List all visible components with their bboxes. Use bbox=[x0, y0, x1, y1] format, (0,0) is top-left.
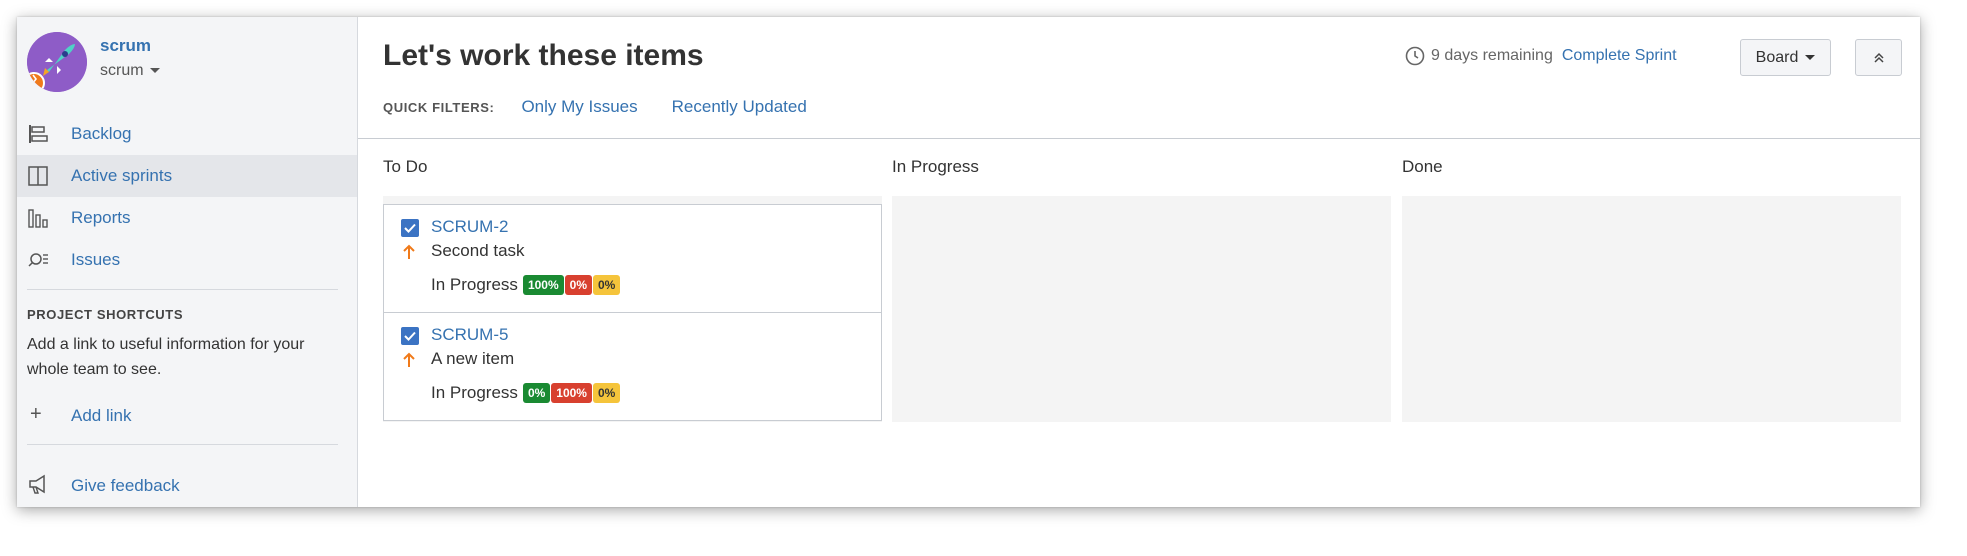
quick-filter-recently-updated[interactable]: Recently Updated bbox=[672, 97, 807, 117]
progress-badge-yellow: 0% bbox=[592, 383, 621, 403]
issue-summary: Second task bbox=[431, 241, 525, 260]
days-remaining: 9 days remaining bbox=[1431, 47, 1553, 64]
sprint-meta: 9 days remaining Complete Sprint bbox=[1405, 46, 1677, 66]
issue-status: In Progress bbox=[431, 275, 518, 294]
board-main: Let's work these items 9 days remaining … bbox=[358, 17, 1920, 507]
sidebar-item-reports[interactable]: Reports bbox=[17, 197, 357, 239]
reports-icon bbox=[28, 209, 48, 228]
column-title: Done bbox=[1402, 157, 1443, 176]
column-to-do: To Do SCRUM-2 Second task In Progress 10… bbox=[383, 157, 882, 422]
priority-high-arrow-icon bbox=[403, 352, 415, 367]
page-title: Let's work these items bbox=[383, 39, 704, 72]
plus-icon: + bbox=[30, 403, 42, 425]
chevron-down-icon bbox=[149, 68, 160, 74]
task-type-icon bbox=[401, 327, 419, 345]
issue-card[interactable]: SCRUM-2 Second task In Progress 100% 0% … bbox=[383, 204, 882, 313]
sidebar-item-label: Reports bbox=[71, 208, 131, 227]
double-chevron-up-icon bbox=[1873, 52, 1884, 63]
megaphone-icon bbox=[29, 474, 45, 494]
header-divider bbox=[358, 138, 1920, 139]
column-body-drop-zone[interactable] bbox=[892, 196, 1391, 422]
complete-sprint-button[interactable]: Complete Sprint bbox=[1562, 47, 1677, 65]
issues-search-icon bbox=[28, 253, 48, 267]
board-dropdown-button[interactable]: Board bbox=[1740, 39, 1831, 76]
collapse-header-button[interactable] bbox=[1855, 39, 1902, 76]
code-badge-icon bbox=[27, 72, 45, 92]
column-body-drop-zone[interactable] bbox=[1402, 196, 1901, 422]
column-body: SCRUM-2 Second task In Progress 100% 0% … bbox=[383, 196, 882, 422]
task-type-icon bbox=[401, 219, 419, 237]
give-feedback-link[interactable]: Give feedback bbox=[17, 468, 357, 502]
sidebar: scrum scrum Backlog Active sprints Repor… bbox=[17, 17, 358, 507]
sidebar-divider bbox=[27, 289, 338, 290]
backlog-icon bbox=[29, 125, 48, 143]
project-type-dropdown[interactable]: scrum bbox=[100, 62, 160, 80]
issue-status-row: In Progress 0% 100% 0% bbox=[431, 383, 621, 403]
quick-filter-only-my-issues[interactable]: Only My Issues bbox=[521, 97, 637, 117]
clock-icon bbox=[1405, 46, 1425, 66]
project-header: scrum scrum bbox=[27, 32, 347, 96]
shortcuts-title: PROJECT SHORTCUTS bbox=[27, 307, 184, 322]
board-dropdown-label: Board bbox=[1755, 48, 1799, 66]
column-done: Done bbox=[1402, 157, 1901, 422]
sidebar-divider bbox=[27, 444, 338, 445]
quick-filters-label: QUICK FILTERS: bbox=[383, 99, 495, 115]
sidebar-item-active-sprints[interactable]: Active sprints bbox=[17, 155, 357, 197]
board-icon bbox=[28, 166, 48, 186]
issue-status: In Progress bbox=[431, 383, 518, 402]
app-window: scrum scrum Backlog Active sprints Repor… bbox=[17, 17, 1920, 507]
progress-badge-green: 0% bbox=[522, 383, 551, 403]
column-title: To Do bbox=[383, 157, 428, 176]
project-avatar[interactable] bbox=[27, 32, 87, 92]
quick-filters: QUICK FILTERS: Only My Issues Recently U… bbox=[383, 97, 841, 117]
issue-key[interactable]: SCRUM-5 bbox=[431, 325, 508, 345]
sidebar-item-label: Issues bbox=[71, 250, 121, 269]
chevron-down-icon bbox=[1805, 55, 1816, 60]
issue-summary: A new item bbox=[431, 349, 515, 368]
add-link-button[interactable]: + Add link bbox=[17, 399, 357, 433]
project-name[interactable]: scrum bbox=[100, 36, 151, 56]
issue-status-row: In Progress 100% 0% 0% bbox=[431, 275, 621, 295]
add-link-label: Add link bbox=[71, 406, 132, 425]
give-feedback-label: Give feedback bbox=[71, 476, 180, 495]
shortcuts-description: Add a link to useful information for you… bbox=[27, 336, 305, 378]
progress-badge-red: 100% bbox=[551, 383, 592, 403]
issue-key[interactable]: SCRUM-2 bbox=[431, 217, 508, 237]
column-title: In Progress bbox=[892, 157, 979, 176]
priority-high-arrow-icon bbox=[403, 244, 415, 259]
project-type-label: scrum bbox=[100, 62, 144, 79]
progress-badge-red: 0% bbox=[564, 275, 592, 295]
sidebar-item-issues[interactable]: Issues bbox=[17, 239, 357, 281]
sidebar-item-label: Backlog bbox=[71, 124, 132, 143]
sidebar-item-label: Active sprints bbox=[71, 166, 173, 185]
issue-card[interactable]: SCRUM-5 A new item In Progress 0% 100% 0… bbox=[383, 312, 882, 421]
column-in-progress: In Progress bbox=[892, 157, 1391, 422]
sidebar-item-backlog[interactable]: Backlog bbox=[17, 113, 357, 155]
progress-badge-yellow: 0% bbox=[592, 275, 621, 295]
progress-badge-green: 100% bbox=[522, 275, 564, 295]
